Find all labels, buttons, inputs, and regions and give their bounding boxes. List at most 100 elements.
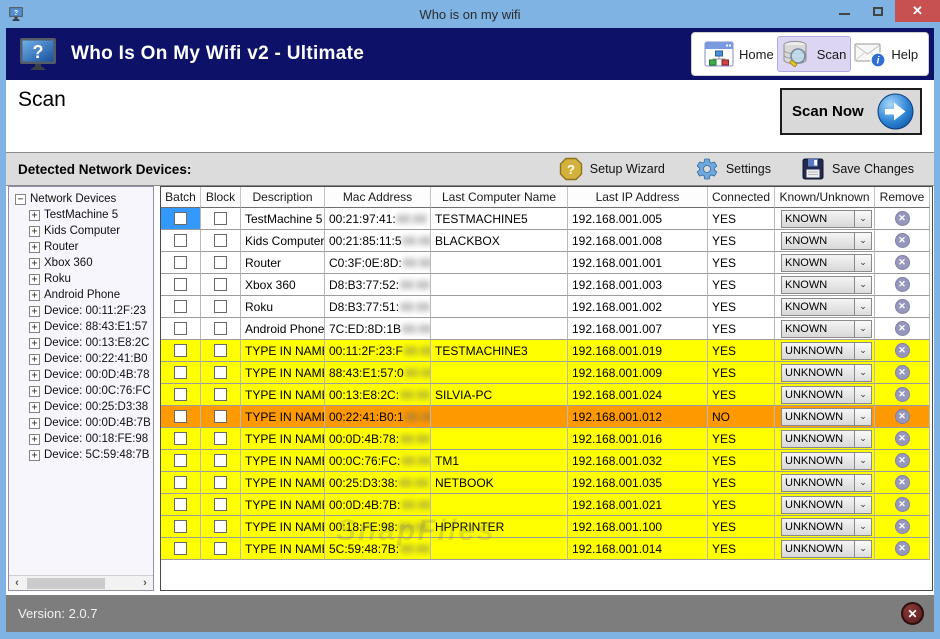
nav-button-help[interactable]: iHelp xyxy=(850,38,922,71)
remove-device-button[interactable]: ✕ xyxy=(895,365,910,380)
block-checkbox[interactable] xyxy=(214,454,227,467)
block-cell[interactable] xyxy=(201,472,241,494)
known-unknown-dropdown[interactable]: KNOWN⌄ xyxy=(781,276,872,294)
remove-device-button[interactable]: ✕ xyxy=(895,211,910,226)
chevron-down-icon[interactable]: ⌄ xyxy=(854,409,871,425)
description-cell[interactable]: TYPE IN NAME xyxy=(241,340,325,362)
expand-icon[interactable]: + xyxy=(29,434,40,445)
batch-checkbox[interactable] xyxy=(174,234,187,247)
tree-item-15[interactable]: +Device: 5C:59:48:7B xyxy=(29,447,153,463)
description-cell[interactable]: TYPE IN NAME xyxy=(241,516,325,538)
block-cell[interactable] xyxy=(201,538,241,560)
batch-checkbox[interactable] xyxy=(174,410,187,423)
description-cell[interactable]: TYPE IN NAME xyxy=(241,428,325,450)
batch-checkbox[interactable] xyxy=(174,476,187,489)
batch-cell[interactable] xyxy=(161,516,201,538)
block-checkbox[interactable] xyxy=(214,410,227,423)
expand-icon[interactable]: + xyxy=(29,450,40,461)
block-checkbox[interactable] xyxy=(214,300,227,313)
block-checkbox[interactable] xyxy=(214,234,227,247)
nav-button-home[interactable]: Home xyxy=(700,38,778,71)
batch-cell[interactable] xyxy=(161,230,201,252)
scroll-left-icon[interactable]: ‹ xyxy=(9,577,25,590)
known-unknown-dropdown[interactable]: UNKNOWN⌄ xyxy=(781,386,872,404)
block-checkbox[interactable] xyxy=(214,498,227,511)
tree-item-5[interactable]: +Android Phone xyxy=(29,287,153,303)
block-checkbox[interactable] xyxy=(214,212,227,225)
expand-icon[interactable]: + xyxy=(29,210,40,221)
remove-device-button[interactable]: ✕ xyxy=(895,277,910,292)
tree-item-14[interactable]: +Device: 00:18:FE:98 xyxy=(29,431,153,447)
batch-cell[interactable] xyxy=(161,318,201,340)
tree-item-1[interactable]: +Kids Computer xyxy=(29,223,153,239)
description-cell[interactable]: Roku xyxy=(241,296,325,318)
batch-cell[interactable] xyxy=(161,384,201,406)
remove-device-button[interactable]: ✕ xyxy=(895,255,910,270)
expand-icon[interactable]: + xyxy=(29,354,40,365)
known-unknown-dropdown[interactable]: UNKNOWN⌄ xyxy=(781,342,872,360)
batch-checkbox[interactable] xyxy=(174,366,187,379)
remove-device-button[interactable]: ✕ xyxy=(895,475,910,490)
description-cell[interactable]: Kids Computer xyxy=(241,230,325,252)
chevron-down-icon[interactable]: ⌄ xyxy=(854,277,871,293)
block-checkbox[interactable] xyxy=(214,344,227,357)
chevron-down-icon[interactable]: ⌄ xyxy=(854,211,871,227)
known-unknown-dropdown[interactable]: KNOWN⌄ xyxy=(781,320,872,338)
block-checkbox[interactable] xyxy=(214,278,227,291)
description-cell[interactable]: TYPE IN NAME xyxy=(241,406,325,428)
chevron-down-icon[interactable]: ⌄ xyxy=(854,519,871,535)
chevron-down-icon[interactable]: ⌄ xyxy=(854,453,871,469)
tree-item-13[interactable]: +Device: 00:0D:4B:7B xyxy=(29,415,153,431)
description-cell[interactable]: TYPE IN NAME xyxy=(241,538,325,560)
chevron-down-icon[interactable]: ⌄ xyxy=(854,255,871,271)
batch-checkbox[interactable] xyxy=(174,498,187,511)
expand-icon[interactable]: + xyxy=(29,242,40,253)
maximize-button[interactable] xyxy=(861,0,895,22)
known-unknown-dropdown[interactable]: UNKNOWN⌄ xyxy=(781,540,872,558)
tree-item-7[interactable]: +Device: 88:43:E1:57 xyxy=(29,319,153,335)
chevron-down-icon[interactable]: ⌄ xyxy=(854,365,871,381)
block-checkbox[interactable] xyxy=(214,476,227,489)
block-cell[interactable] xyxy=(201,230,241,252)
known-unknown-dropdown[interactable]: KNOWN⌄ xyxy=(781,298,872,316)
chevron-down-icon[interactable]: ⌄ xyxy=(854,541,871,557)
nav-button-scan[interactable]: Scan xyxy=(778,37,851,71)
remove-device-button[interactable]: ✕ xyxy=(895,431,910,446)
block-cell[interactable] xyxy=(201,252,241,274)
block-cell[interactable] xyxy=(201,428,241,450)
description-cell[interactable]: Xbox 360 xyxy=(241,274,325,296)
tree-item-6[interactable]: +Device: 00:11:2F:23 xyxy=(29,303,153,319)
chevron-down-icon[interactable]: ⌄ xyxy=(854,321,871,337)
tree-item-11[interactable]: +Device: 00:0C:76:FC xyxy=(29,383,153,399)
expand-icon[interactable]: + xyxy=(29,418,40,429)
remove-device-button[interactable]: ✕ xyxy=(895,409,910,424)
description-cell[interactable]: Android Phone xyxy=(241,318,325,340)
expand-icon[interactable]: + xyxy=(29,274,40,285)
expand-icon[interactable]: + xyxy=(29,402,40,413)
remove-device-button[interactable]: ✕ xyxy=(895,233,910,248)
tree-item-9[interactable]: +Device: 00:22:41:B0 xyxy=(29,351,153,367)
batch-checkbox[interactable] xyxy=(174,520,187,533)
chevron-down-icon[interactable]: ⌄ xyxy=(854,431,871,447)
remove-device-button[interactable]: ✕ xyxy=(895,299,910,314)
remove-device-button[interactable]: ✕ xyxy=(895,519,910,534)
block-cell[interactable] xyxy=(201,406,241,428)
expand-icon[interactable]: + xyxy=(29,322,40,333)
batch-cell[interactable] xyxy=(161,538,201,560)
setup-wizard-button[interactable]: ?Setup Wizard xyxy=(559,157,665,181)
remove-device-button[interactable]: ✕ xyxy=(895,387,910,402)
minimize-button[interactable] xyxy=(827,0,861,22)
known-unknown-dropdown[interactable]: UNKNOWN⌄ xyxy=(781,430,872,448)
expand-icon[interactable]: + xyxy=(29,290,40,301)
close-button[interactable]: ✕ xyxy=(895,0,940,22)
batch-cell[interactable] xyxy=(161,340,201,362)
known-unknown-dropdown[interactable]: UNKNOWN⌄ xyxy=(781,496,872,514)
block-cell[interactable] xyxy=(201,516,241,538)
batch-cell[interactable] xyxy=(161,494,201,516)
chevron-down-icon[interactable]: ⌄ xyxy=(854,299,871,315)
collapse-icon[interactable]: − xyxy=(15,194,26,205)
block-checkbox[interactable] xyxy=(214,322,227,335)
block-checkbox[interactable] xyxy=(214,388,227,401)
tree-item-10[interactable]: +Device: 00:0D:4B:78 xyxy=(29,367,153,383)
block-checkbox[interactable] xyxy=(214,366,227,379)
